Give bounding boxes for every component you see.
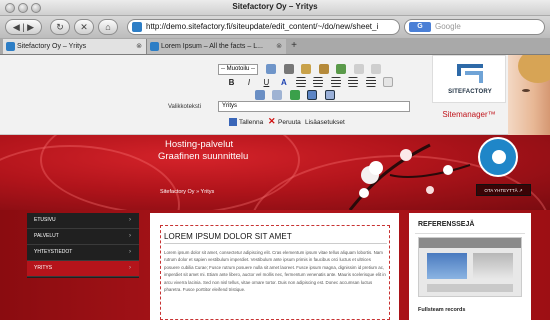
browser-toolbar: ◀ | ▶ ↻ ✕ ⌂ http://demo.sitefactory.fi/s… — [0, 16, 550, 38]
tab-close-icon[interactable]: ⊗ — [136, 39, 142, 54]
new-tab-button[interactable]: + — [287, 39, 301, 54]
google-search-engine-icon[interactable]: G — [409, 22, 431, 32]
nav-item-yhteystiedot[interactable]: YHTEYSTIEDOT › — [27, 245, 139, 261]
tab-favicon-icon — [150, 42, 159, 51]
style-select[interactable]: -- Muotoilu -- — [218, 64, 258, 75]
article-body[interactable]: Lorem ipsum dolor sit amet, consectetur … — [164, 249, 388, 320]
link-text-label: Valikkoteksti — [168, 104, 201, 110]
hero-banner: Hosting-palvelut Graafinen suunnittelu S… — [0, 135, 550, 210]
properties-button[interactable]: Lisäasetukset — [305, 117, 345, 128]
paste-text-icon[interactable] — [318, 64, 329, 74]
chevron-right-icon: › — [129, 217, 131, 223]
link-text-input[interactable]: Yritys — [218, 101, 410, 112]
align-center-icon[interactable] — [313, 77, 324, 87]
stop-button[interactable]: ✕ — [74, 19, 94, 35]
tab-sitefactory[interactable]: Sitefactory Oy – Yritys ⊗ — [3, 39, 146, 54]
back-forward-buttons[interactable]: ◀ | ▶ — [5, 19, 42, 35]
forward-arrow-icon[interactable]: ▶ — [27, 22, 34, 32]
save-icon — [229, 118, 237, 126]
save-button[interactable]: Tallenna — [229, 117, 263, 128]
divider — [164, 243, 387, 244]
table-icon[interactable] — [307, 90, 318, 100]
sitefactory-logo: SITEFACTORY — [432, 55, 506, 103]
home-icon: ⌂ — [105, 22, 111, 32]
references-heading: REFERENSSEJÄ — [418, 221, 475, 228]
search-placeholder: Google — [435, 22, 461, 31]
back-arrow-icon[interactable]: ◀ — [13, 22, 20, 32]
nav-item-label: PALVELUT — [34, 233, 59, 239]
tab-close-icon[interactable]: ⊗ — [276, 39, 282, 54]
nav-item-label: YHTEYSTIEDOT — [34, 249, 73, 255]
chevron-right-icon: › — [129, 249, 131, 255]
references-panel: REFERENSSEJÄ Fullsteam records — [409, 213, 531, 320]
align-left-icon[interactable] — [295, 77, 306, 87]
image-icon[interactable] — [289, 90, 300, 100]
italic-button[interactable]: I — [243, 77, 254, 88]
quality-seal-badge — [478, 137, 518, 177]
bulleted-list-icon[interactable] — [365, 77, 376, 87]
site-navigation: ETUSIVU › PALVELUT › YHTEYSTIEDOT › YRITYS › — [27, 213, 139, 278]
copy-icon[interactable] — [266, 64, 277, 74]
unlink-icon[interactable] — [272, 90, 283, 100]
nav-item-palvelut[interactable]: PALVELUT › — [27, 229, 139, 245]
chevron-right-icon: › — [129, 265, 131, 271]
reference-thumbnail[interactable] — [418, 237, 522, 297]
tab-bar: Sitefactory Oy – Yritys ⊗ Lorem Ipsum – … — [0, 38, 550, 55]
hero-heading-line-1: Hosting-palvelut — [165, 139, 234, 150]
tab-favicon-icon — [6, 42, 15, 51]
clear-format-icon[interactable] — [383, 77, 394, 87]
tab-label: Sitefactory Oy – Yritys — [17, 43, 87, 50]
divider — [415, 233, 525, 234]
text-color-button[interactable]: A — [278, 77, 289, 88]
sitefactory-mark-icon — [457, 64, 483, 83]
window-title: Sitefactory Oy – Yritys — [232, 2, 318, 11]
save-label: Tallenna — [239, 119, 264, 126]
blossom-branch-image — [348, 143, 471, 210]
hero-heading-line-2: Graafinen suunnittelu — [158, 151, 249, 162]
search-input[interactable]: G Google — [404, 19, 545, 35]
nav-item-label: ETUSIVU — [34, 217, 56, 223]
editor-toolbar-row-2: B I U A — [226, 77, 396, 89]
find-icon[interactable] — [336, 64, 347, 74]
source-icon[interactable] — [324, 90, 335, 100]
tab-lorem-ipsum[interactable]: Lorem Ipsum – All the facts – L... ⊗ — [146, 39, 286, 54]
window-titlebar: Sitefactory Oy – Yritys — [0, 0, 550, 16]
article-panel: LOREM IPSUM DOLOR SIT AMET Lorem ipsum d… — [150, 213, 399, 320]
cut-icon[interactable] — [283, 64, 294, 74]
editor-toolbar-row-1: -- Muotoilu -- — [218, 64, 384, 76]
nav-item-yritys[interactable]: YRITYS › — [27, 261, 139, 277]
url-field[interactable]: http://demo.sitefactory.fi/siteupdate/ed… — [127, 19, 400, 35]
site-favicon-icon — [132, 22, 142, 32]
tab-label: Lorem Ipsum – All the facts – L... — [161, 43, 263, 50]
product-name: Sitemanager™ — [442, 110, 496, 119]
cancel-button[interactable]: ✕ Peruuta — [268, 116, 301, 128]
home-button[interactable]: ⌂ — [98, 19, 118, 35]
link-icon[interactable] — [255, 90, 265, 100]
cancel-icon: ✕ — [268, 116, 276, 126]
site-breadcrumb[interactable]: Sitefactory Oy » Yritys — [160, 189, 214, 195]
bold-button[interactable]: B — [226, 77, 237, 88]
article-title: LOREM IPSUM DOLOR SIT AMET — [164, 232, 292, 241]
nav-item-label: YRITYS — [34, 265, 53, 271]
undo-icon[interactable] — [353, 64, 364, 74]
numbered-list-icon[interactable] — [348, 77, 359, 87]
paste-icon[interactable] — [301, 64, 312, 74]
stop-icon: ✕ — [80, 22, 88, 32]
cancel-label: Peruuta — [278, 119, 301, 126]
url-text: http://demo.sitefactory.fi/siteupdate/ed… — [146, 22, 379, 31]
redo-icon[interactable] — [371, 64, 382, 74]
reload-button[interactable]: ↻ — [50, 19, 70, 35]
underline-button[interactable]: U — [261, 77, 272, 88]
align-right-icon[interactable] — [330, 77, 341, 87]
reload-icon: ↻ — [56, 22, 64, 32]
model-photo — [508, 55, 550, 135]
contact-button[interactable]: OTA YHTEYTTÄ ↗ — [476, 184, 531, 196]
logo-wordmark: SITEFACTORY — [448, 89, 492, 95]
nav-item-etusivu[interactable]: ETUSIVU › — [27, 213, 139, 229]
chevron-right-icon: › — [129, 233, 131, 239]
reference-caption[interactable]: Fullsteam records — [418, 307, 465, 313]
